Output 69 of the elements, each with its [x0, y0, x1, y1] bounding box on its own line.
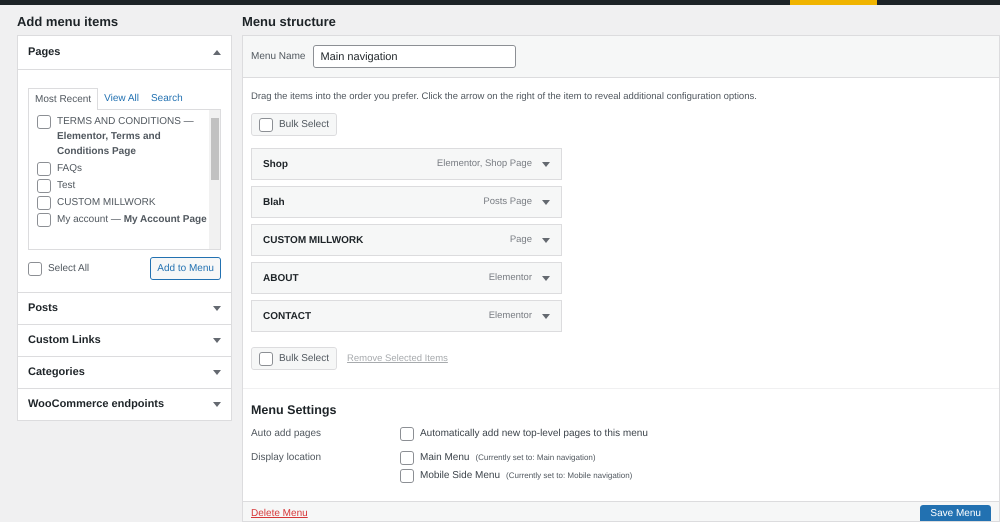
page-option-label: Test: [57, 179, 76, 193]
checkbox[interactable]: [400, 450, 414, 464]
expand-caret-icon[interactable]: [542, 276, 550, 281]
expand-caret-icon[interactable]: [213, 402, 221, 407]
menu-name-field[interactable]: Main navigation: [313, 45, 516, 68]
menu-item-title: CUSTOM MILLWORK: [263, 234, 364, 248]
accordion-header[interactable]: WooCommerce endpoints: [18, 389, 231, 420]
checkbox-label: Automatically add new top-level pages to this menu: [420, 427, 648, 441]
menu-item-bar[interactable]: Blah Posts Page: [251, 186, 562, 218]
accordion-header[interactable]: Categories: [18, 357, 231, 388]
menu-item-title: Blah: [263, 196, 286, 210]
menu-item-title: CONTACT: [263, 310, 312, 324]
checkbox[interactable]: [37, 115, 51, 129]
menu-item-type: Elementor, Shop Page: [436, 157, 532, 172]
add-to-menu-button[interactable]: Add to Menu: [150, 257, 221, 280]
setting-label: Auto add pages: [251, 427, 322, 441]
menu-item-type: Posts Page: [483, 195, 532, 210]
menu-item-title: ABOUT: [263, 272, 300, 286]
tab[interactable]: View All: [98, 87, 145, 109]
expand-caret-icon[interactable]: [542, 314, 550, 319]
checkbox-label: Select All: [48, 262, 90, 276]
checkbox[interactable]: [37, 162, 51, 176]
checkbox[interactable]: [28, 262, 42, 276]
location-note: (Currently set to: Mobile navigation): [506, 470, 632, 482]
expand-caret-icon[interactable]: [213, 338, 221, 343]
menu-item-bar[interactable]: Shop Elementor, Shop Page: [251, 148, 562, 180]
page-option-label: CUSTOM MILLWORK: [57, 196, 156, 210]
accordion-header[interactable]: Custom Links: [18, 325, 231, 356]
expand-caret-icon[interactable]: [542, 200, 550, 205]
menu-item-type: Elementor: [488, 309, 532, 324]
section-heading: Menu structure: [242, 13, 337, 31]
save-menu-button[interactable]: Save Menu: [920, 505, 991, 521]
page-option-label: TERMS AND CONDITIONS — Elementor, Terms and Conditions Page: [57, 115, 195, 159]
bulk-select-button[interactable]: Bulk Select: [251, 113, 338, 136]
menu-item-type: Page: [510, 233, 532, 248]
instructions-text: Drag the items into the order you prefer. Click the arrow on the right of the item to reveal additional configuration options.: [251, 90, 758, 104]
expand-caret-icon[interactable]: [213, 370, 221, 375]
checkbox-label: Main Menu: [420, 451, 470, 465]
menu-item-title: Shop: [263, 158, 289, 172]
accordion-header[interactable]: Pages: [18, 36, 231, 70]
expand-caret-icon[interactable]: [213, 306, 221, 311]
checkbox[interactable]: [37, 179, 51, 193]
scrollbar[interactable]: [209, 110, 220, 249]
menu-item-bar[interactable]: ABOUT Elementor: [251, 262, 562, 294]
checkbox[interactable]: [37, 196, 51, 210]
collapse-caret-icon[interactable]: [213, 50, 221, 55]
menu-item-bar[interactable]: CUSTOM MILLWORK Page: [251, 224, 562, 256]
setting-label: Display location: [251, 451, 322, 465]
checkbox[interactable]: [400, 468, 414, 482]
checkbox[interactable]: [259, 118, 273, 132]
field-label: Menu Name: [251, 50, 306, 64]
checkbox[interactable]: [259, 352, 273, 366]
delete-menu-link[interactable]: Delete Menu: [251, 507, 308, 521]
page-option-label: My account — My Account Page: [57, 213, 207, 227]
expand-caret-icon[interactable]: [542, 238, 550, 243]
checkbox-label: Mobile Side Menu: [420, 469, 500, 483]
bulk-select-button[interactable]: Bulk Select: [251, 347, 338, 370]
tab[interactable]: Search: [144, 87, 189, 109]
settings-heading: Menu Settings: [251, 402, 338, 420]
menu-item-bar[interactable]: CONTACT Elementor: [251, 300, 562, 332]
expand-caret-icon[interactable]: [542, 162, 550, 167]
menu-item-type: Elementor: [488, 271, 532, 286]
page-option-label: FAQs: [57, 162, 82, 176]
location-note: (Currently set to: Main navigation): [475, 452, 596, 464]
checkbox[interactable]: [400, 426, 414, 440]
checkbox[interactable]: [37, 213, 51, 227]
section-heading: Add menu items: [17, 13, 120, 31]
accordion-header[interactable]: Posts: [18, 293, 231, 324]
tab[interactable]: Most Recent: [28, 88, 98, 110]
